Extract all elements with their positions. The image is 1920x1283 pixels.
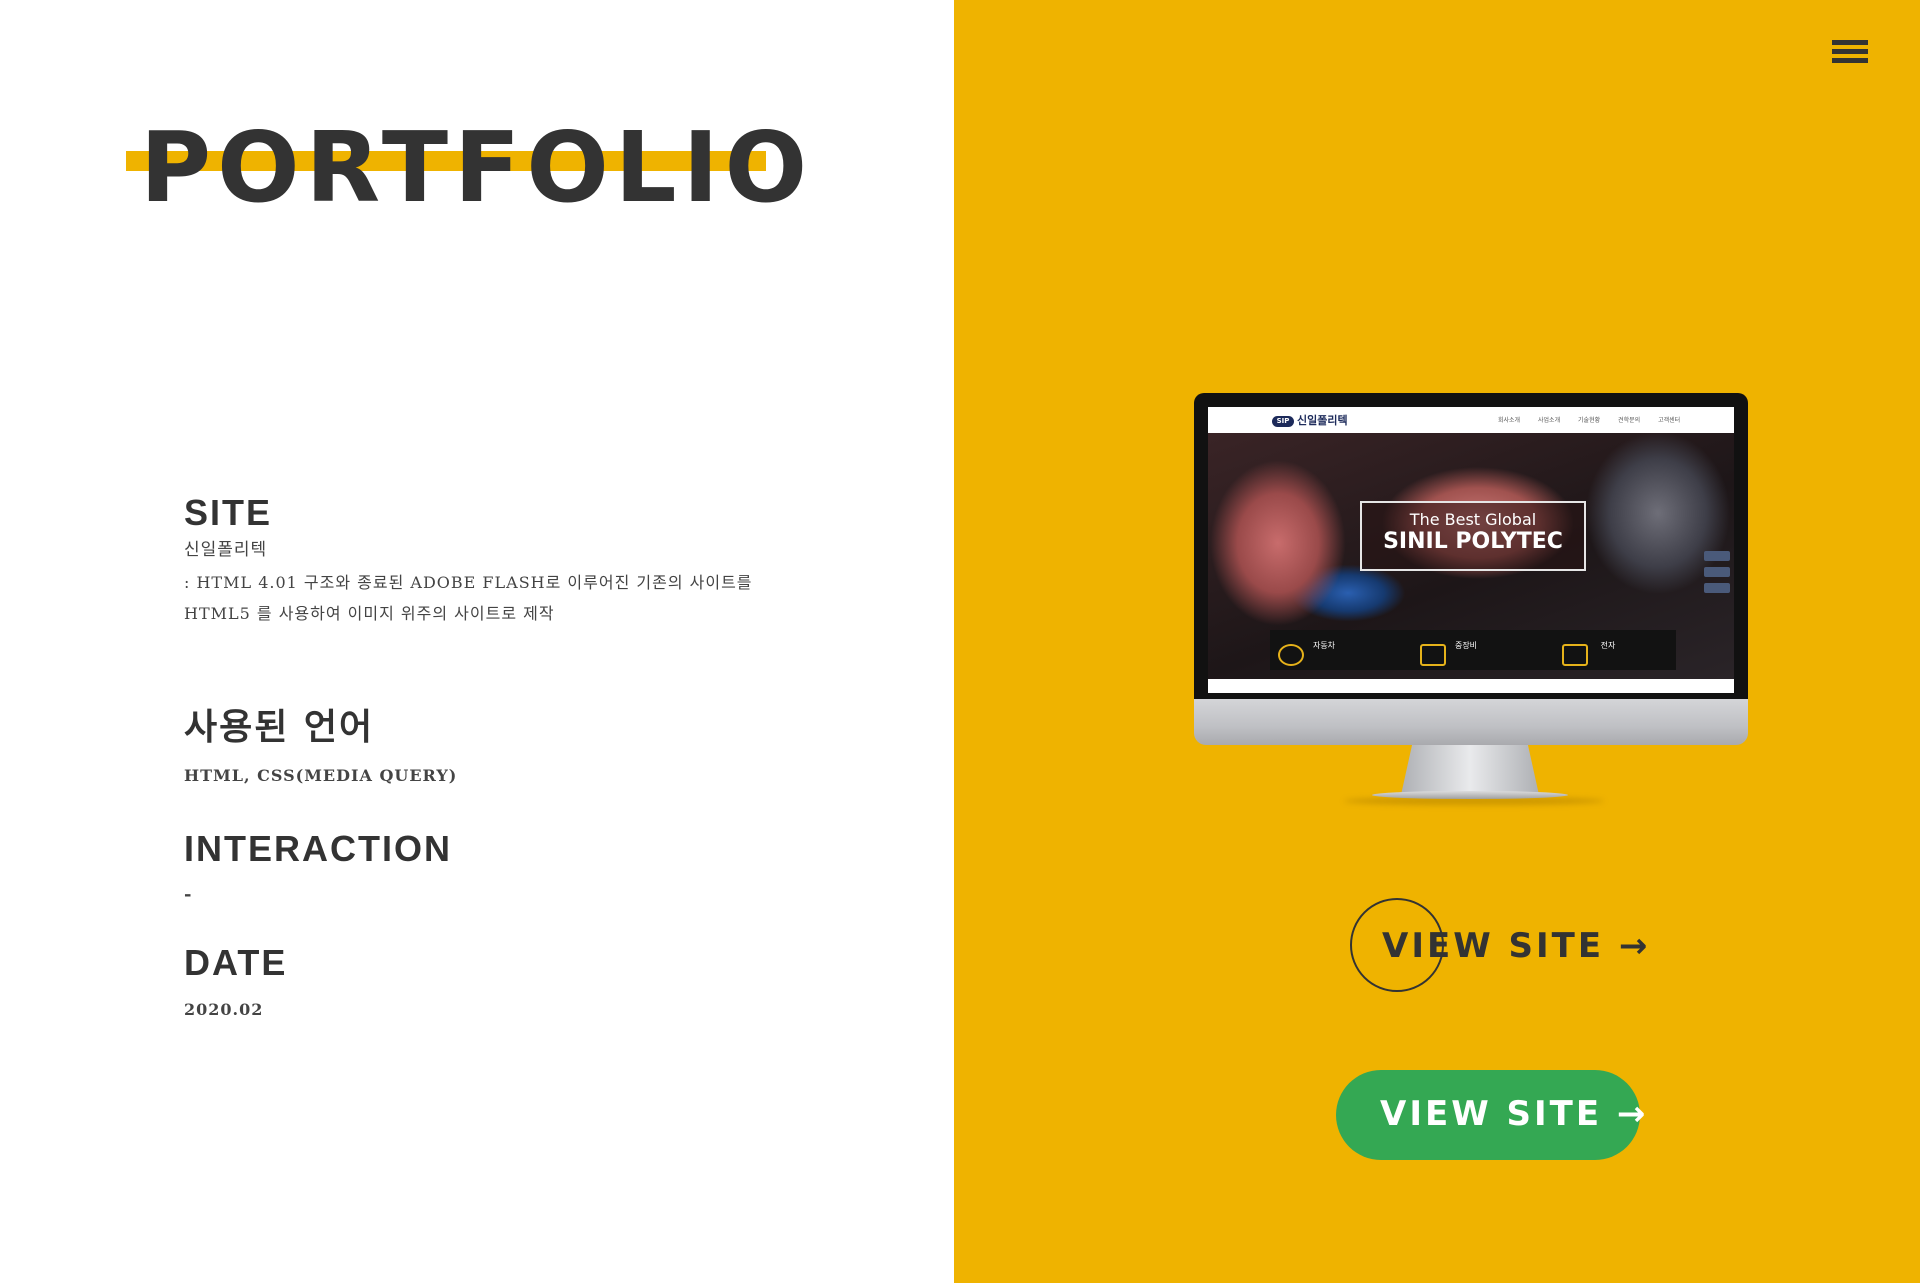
interaction-section: INTERACTION - [184, 828, 824, 905]
view-site-outline-button[interactable]: VIEW SITE → [1350, 898, 1647, 992]
language-heading: 사용된 언어 [184, 707, 375, 748]
hamburger-menu-icon[interactable] [1832, 40, 1868, 68]
preview-bottom-strip [1208, 679, 1734, 693]
preview-side-tab [1704, 551, 1730, 561]
preview-hero-text-box: The Best Global SINIL POLYTEC [1360, 501, 1586, 571]
preview-side-tab [1704, 583, 1730, 593]
left-panel: PORTFOLIO SITE 신일폴리텍 : HTML 4.01 구조와 종료된… [0, 0, 954, 1283]
preview-category: 전자 [1554, 630, 1662, 670]
site-name: 신일폴리텍 [184, 540, 268, 560]
preview-logo: SIP 신일폴리텍 [1272, 412, 1348, 428]
preview-logo-text: 신일폴리텍 [1297, 414, 1348, 427]
monitor-chin [1194, 699, 1748, 745]
preview-hero-line2: SINIL POLYTEC [1383, 529, 1563, 554]
monitor-screen-frame: SIP 신일폴리텍 회사소개 사업소개 기술현황 견학문의 고객센터 The Be… [1194, 393, 1748, 699]
date-value: 2020.02 [184, 1000, 264, 1019]
site-description-line1: : HTML 4.01 구조와 종료된 ADOBE FLASH로 이루어진 기존… [184, 573, 753, 592]
interaction-value: - [184, 884, 193, 905]
site-section: SITE 신일폴리텍 : HTML 4.01 구조와 종료된 ADOBE FLA… [184, 492, 824, 629]
preview-category: 자동차 [1270, 630, 1378, 670]
site-heading: SITE [184, 492, 273, 533]
preview-nav-items: 회사소개 사업소개 기술현황 견학문의 고객센터 [1498, 415, 1696, 424]
preview-category-bar: 자동차 중장비 전자 [1270, 630, 1676, 670]
site-screenshot: SIP 신일폴리텍 회사소개 사업소개 기술현황 견학문의 고객센터 The Be… [1208, 407, 1734, 693]
monitor-stand [1401, 745, 1539, 795]
language-value: HTML, CSS(MEDIA QUERY) [184, 766, 458, 785]
interaction-heading: INTERACTION [184, 828, 452, 869]
date-heading: DATE [184, 942, 288, 983]
preview-side-tab [1704, 567, 1730, 577]
preview-nav-item: 견학문의 [1618, 417, 1641, 424]
view-site-outline-label: VIEW SITE → [1382, 926, 1651, 966]
site-preview-monitor: SIP 신일폴리텍 회사소개 사업소개 기술현황 견학문의 고객센터 The Be… [1194, 393, 1748, 805]
view-site-filled-label: VIEW SITE → [1380, 1094, 1649, 1134]
page-title: PORTFOLIO [140, 111, 814, 224]
preview-nav-item: 고객센터 [1658, 417, 1681, 424]
preview-nav-item: 기술현황 [1578, 417, 1601, 424]
language-section: 사용된 언어 HTML, CSS(MEDIA QUERY) [184, 698, 824, 785]
preview-logo-badge: SIP [1272, 415, 1294, 427]
monitor-base [1372, 791, 1568, 799]
preview-nav-item: 회사소개 [1498, 417, 1521, 424]
view-site-filled-button[interactable]: VIEW SITE → [1336, 1070, 1645, 1160]
date-section: DATE 2020.02 [184, 942, 824, 1019]
site-description-line2: HTML5 를 사용하여 이미지 위주의 사이트로 제작 [184, 604, 555, 623]
preview-category: 중장비 [1412, 630, 1520, 670]
preview-nav-item: 사업소개 [1538, 417, 1561, 424]
preview-hero-line1: The Best Global [1409, 510, 1537, 529]
portfolio-title-block: PORTFOLIO [126, 118, 807, 218]
preview-nav-bar: SIP 신일폴리텍 회사소개 사업소개 기술현황 견학문의 고객센터 [1208, 407, 1734, 433]
